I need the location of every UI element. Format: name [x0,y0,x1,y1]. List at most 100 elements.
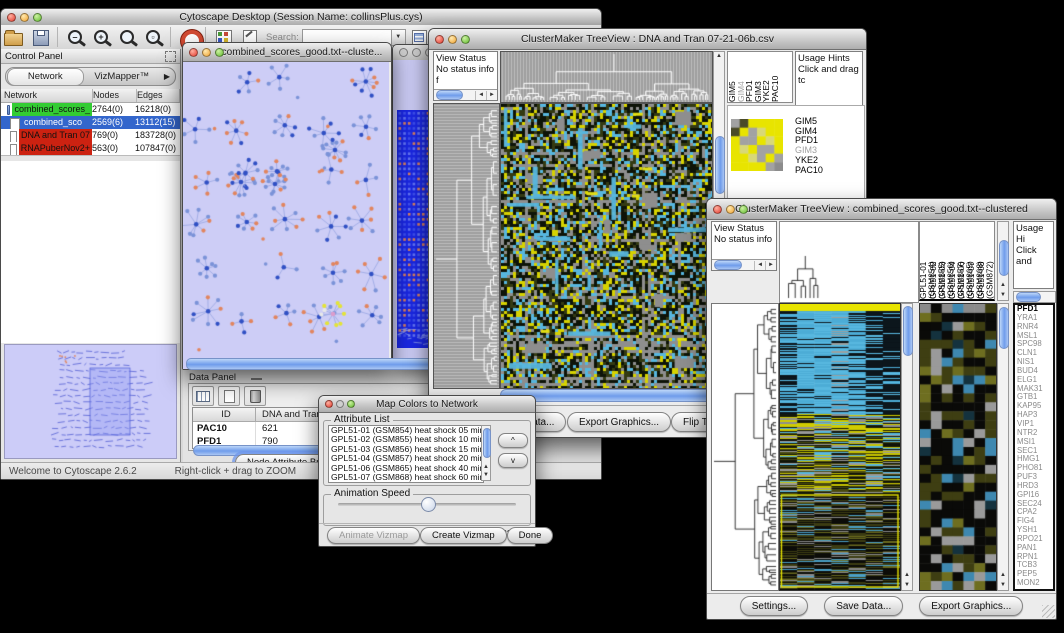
scroll-up-icon[interactable]: ▲ [998,572,1008,579]
select-columns-icon[interactable] [192,386,214,406]
scroll-up-icon[interactable]: ▲ [714,53,724,60]
tab-network[interactable]: Network [7,68,84,86]
save-data-button[interactable]: Save Data... [824,596,903,616]
move-down-button[interactable]: v [498,453,528,468]
treeview2-title-bar[interactable]: ClusterMaker TreeView : combined_scores_… [707,199,1056,220]
animate-vizmap-button[interactable]: Animate Vizmap [327,527,420,544]
tv1-similarity-matrix[interactable] [731,119,783,171]
dense-cluster-canvas[interactable] [397,110,431,348]
network-edges-count: 13112(15) [135,116,180,129]
close-button[interactable] [435,35,444,44]
scroll-left-icon[interactable]: ◄ [475,91,486,100]
attribute-list[interactable]: GPL51-01 (GSM854) heat shock 05 minGPL51… [328,425,484,483]
zoom-button[interactable] [347,400,355,408]
close-button[interactable] [189,48,198,57]
minimize-button[interactable] [20,13,29,22]
tv1-view-status: View Status No status info f ◄ ► [433,51,498,101]
scroll-left-icon[interactable]: ◄ [754,261,765,270]
column-label[interactable]: GPL51-08 (GSM872) [978,222,988,299]
minimize-button[interactable] [336,400,344,408]
attribute-item[interactable]: GPL51-07 (GSM868) heat shock 60 min [331,473,483,482]
close-button[interactable] [325,400,333,408]
zoom-in-icon[interactable]: + [91,27,111,47]
tv1-heatmap[interactable] [500,103,713,389]
delete-attribute-icon[interactable] [244,386,266,406]
zoom-fit-icon[interactable]: ▫ [143,27,163,47]
treeview2-window: ClusterMaker TreeView : combined_scores_… [706,198,1057,620]
scroll-up-icon[interactable]: ▲ [998,282,1008,289]
map-colors-dialog: Map Colors to Network Attribute List GPL… [318,395,536,547]
scroll-up-icon[interactable]: ▲ [482,464,490,471]
scroll-down-icon[interactable]: ▼ [902,582,912,589]
tv2-heatmap[interactable] [779,303,901,591]
minimize-button[interactable] [448,35,457,44]
network-view-window[interactable]: combined_scores_good.txt--cluste... [182,42,392,370]
zoom-out-icon[interactable]: – [65,27,85,47]
close-button[interactable] [399,48,408,57]
zoom-button[interactable] [215,48,224,57]
done-button[interactable]: Done [507,527,554,544]
tv1-column-labels: GIM5GIM4PFD1GIM3YKE2PAC10 [727,51,793,103]
tv1-status-scrollbar[interactable]: ◄ ► [434,89,497,100]
export-graphics-button[interactable]: Export Graphics... [567,412,671,432]
speed-slider-thumb[interactable] [421,497,436,512]
network-tree-row[interactable]: combined_sco 2569(6) 13112(15) [1,116,180,129]
tv1-column-dendrogram[interactable] [500,51,713,103]
create-vizmap-button[interactable]: Create Vizmap [420,527,507,544]
minimize-button[interactable] [726,205,735,214]
zoom-button[interactable] [33,13,42,22]
network-tree-row[interactable]: combined_scores_ 2764(0) 16218(0) [1,103,180,116]
network-edges-count: 16218(0) [135,103,180,116]
column-label[interactable]: PAC10 [771,52,780,102]
tv2-usage-scrollbar[interactable] [1013,291,1056,303]
id-column-header[interactable]: ID [193,408,256,421]
resize-grip[interactable] [1042,605,1055,618]
search-dropdown-icon[interactable]: ▼ [392,29,406,46]
tab-vizmapper[interactable]: VizMapper™ [85,69,160,85]
dialog-title-bar[interactable]: Map Colors to Network [319,396,535,413]
tv2-status-scrollbar[interactable]: ◄ ► [712,259,776,270]
tv1-usage-hints: Usage Hints Click and drag tc [795,51,863,109]
new-attribute-icon[interactable] [218,386,240,406]
open-session-icon[interactable] [4,27,24,47]
zoom-button[interactable] [461,35,470,44]
birdseye-canvas[interactable] [5,345,176,456]
move-up-button[interactable]: ^ [498,433,528,448]
scroll-up-icon[interactable]: ▲ [902,572,912,579]
scroll-down-icon[interactable]: ▼ [998,582,1008,589]
float-panel-icon[interactable] [165,51,176,62]
main-title-bar[interactable]: Cytoscape Desktop (Session Name: collins… [1,9,601,26]
gene-label[interactable]: MON2 [1017,579,1053,588]
save-session-icon[interactable] [30,27,50,47]
tabs-more-icon[interactable]: ▶ [159,69,175,85]
zoom-button[interactable] [739,205,748,214]
minimize-button[interactable] [202,48,211,57]
export-graphics-button[interactable]: Export Graphics... [919,596,1023,616]
close-button[interactable] [7,13,16,22]
gene-label[interactable]: PAC10 [795,166,823,176]
network-window-title-bar[interactable]: combined_scores_good.txt--cluste... [183,43,391,62]
tv2-collabel-scrollbar[interactable]: ▲ ▼ [997,221,1009,301]
scroll-down-icon[interactable]: ▼ [998,292,1008,299]
tv1-row-dendrogram[interactable] [433,103,500,389]
scroll-right-icon[interactable]: ► [765,261,776,270]
tv2-row-dendrogram[interactable] [711,303,779,591]
minimize-button[interactable] [412,48,421,57]
settings-button[interactable]: Settings... [740,596,808,616]
network-tree-row[interactable]: RNAPuberNov2+ 563(0) 107847(0) [1,142,180,155]
scroll-right-icon[interactable]: ► [486,91,497,100]
tv2-column-tree-area[interactable] [779,221,919,303]
birdseye-view[interactable] [4,344,177,459]
attribute-list-scrollbar[interactable]: ▲ ▼ [481,425,491,481]
status-zoom-hint: Right-click + drag to ZOOM [175,466,296,477]
tv2-heatmap-vscrollbar[interactable]: ▲ ▼ [901,303,913,591]
view-status-title: View Status [436,53,495,64]
treeview1-title-bar[interactable]: ClusterMaker TreeView : DNA and Tran 07-… [429,29,866,50]
network-graph-canvas[interactable] [183,62,389,369]
tv2-strip-vscrollbar[interactable]: ▲ ▼ [997,303,1009,591]
close-button[interactable] [713,205,722,214]
network-tree-row[interactable]: DNA and Tran 07 769(0) 183728(0) [1,129,180,142]
scroll-down-icon[interactable]: ▼ [482,472,490,479]
zoom-selected-icon[interactable] [117,27,137,47]
tv2-zoom-strip[interactable] [919,303,997,591]
